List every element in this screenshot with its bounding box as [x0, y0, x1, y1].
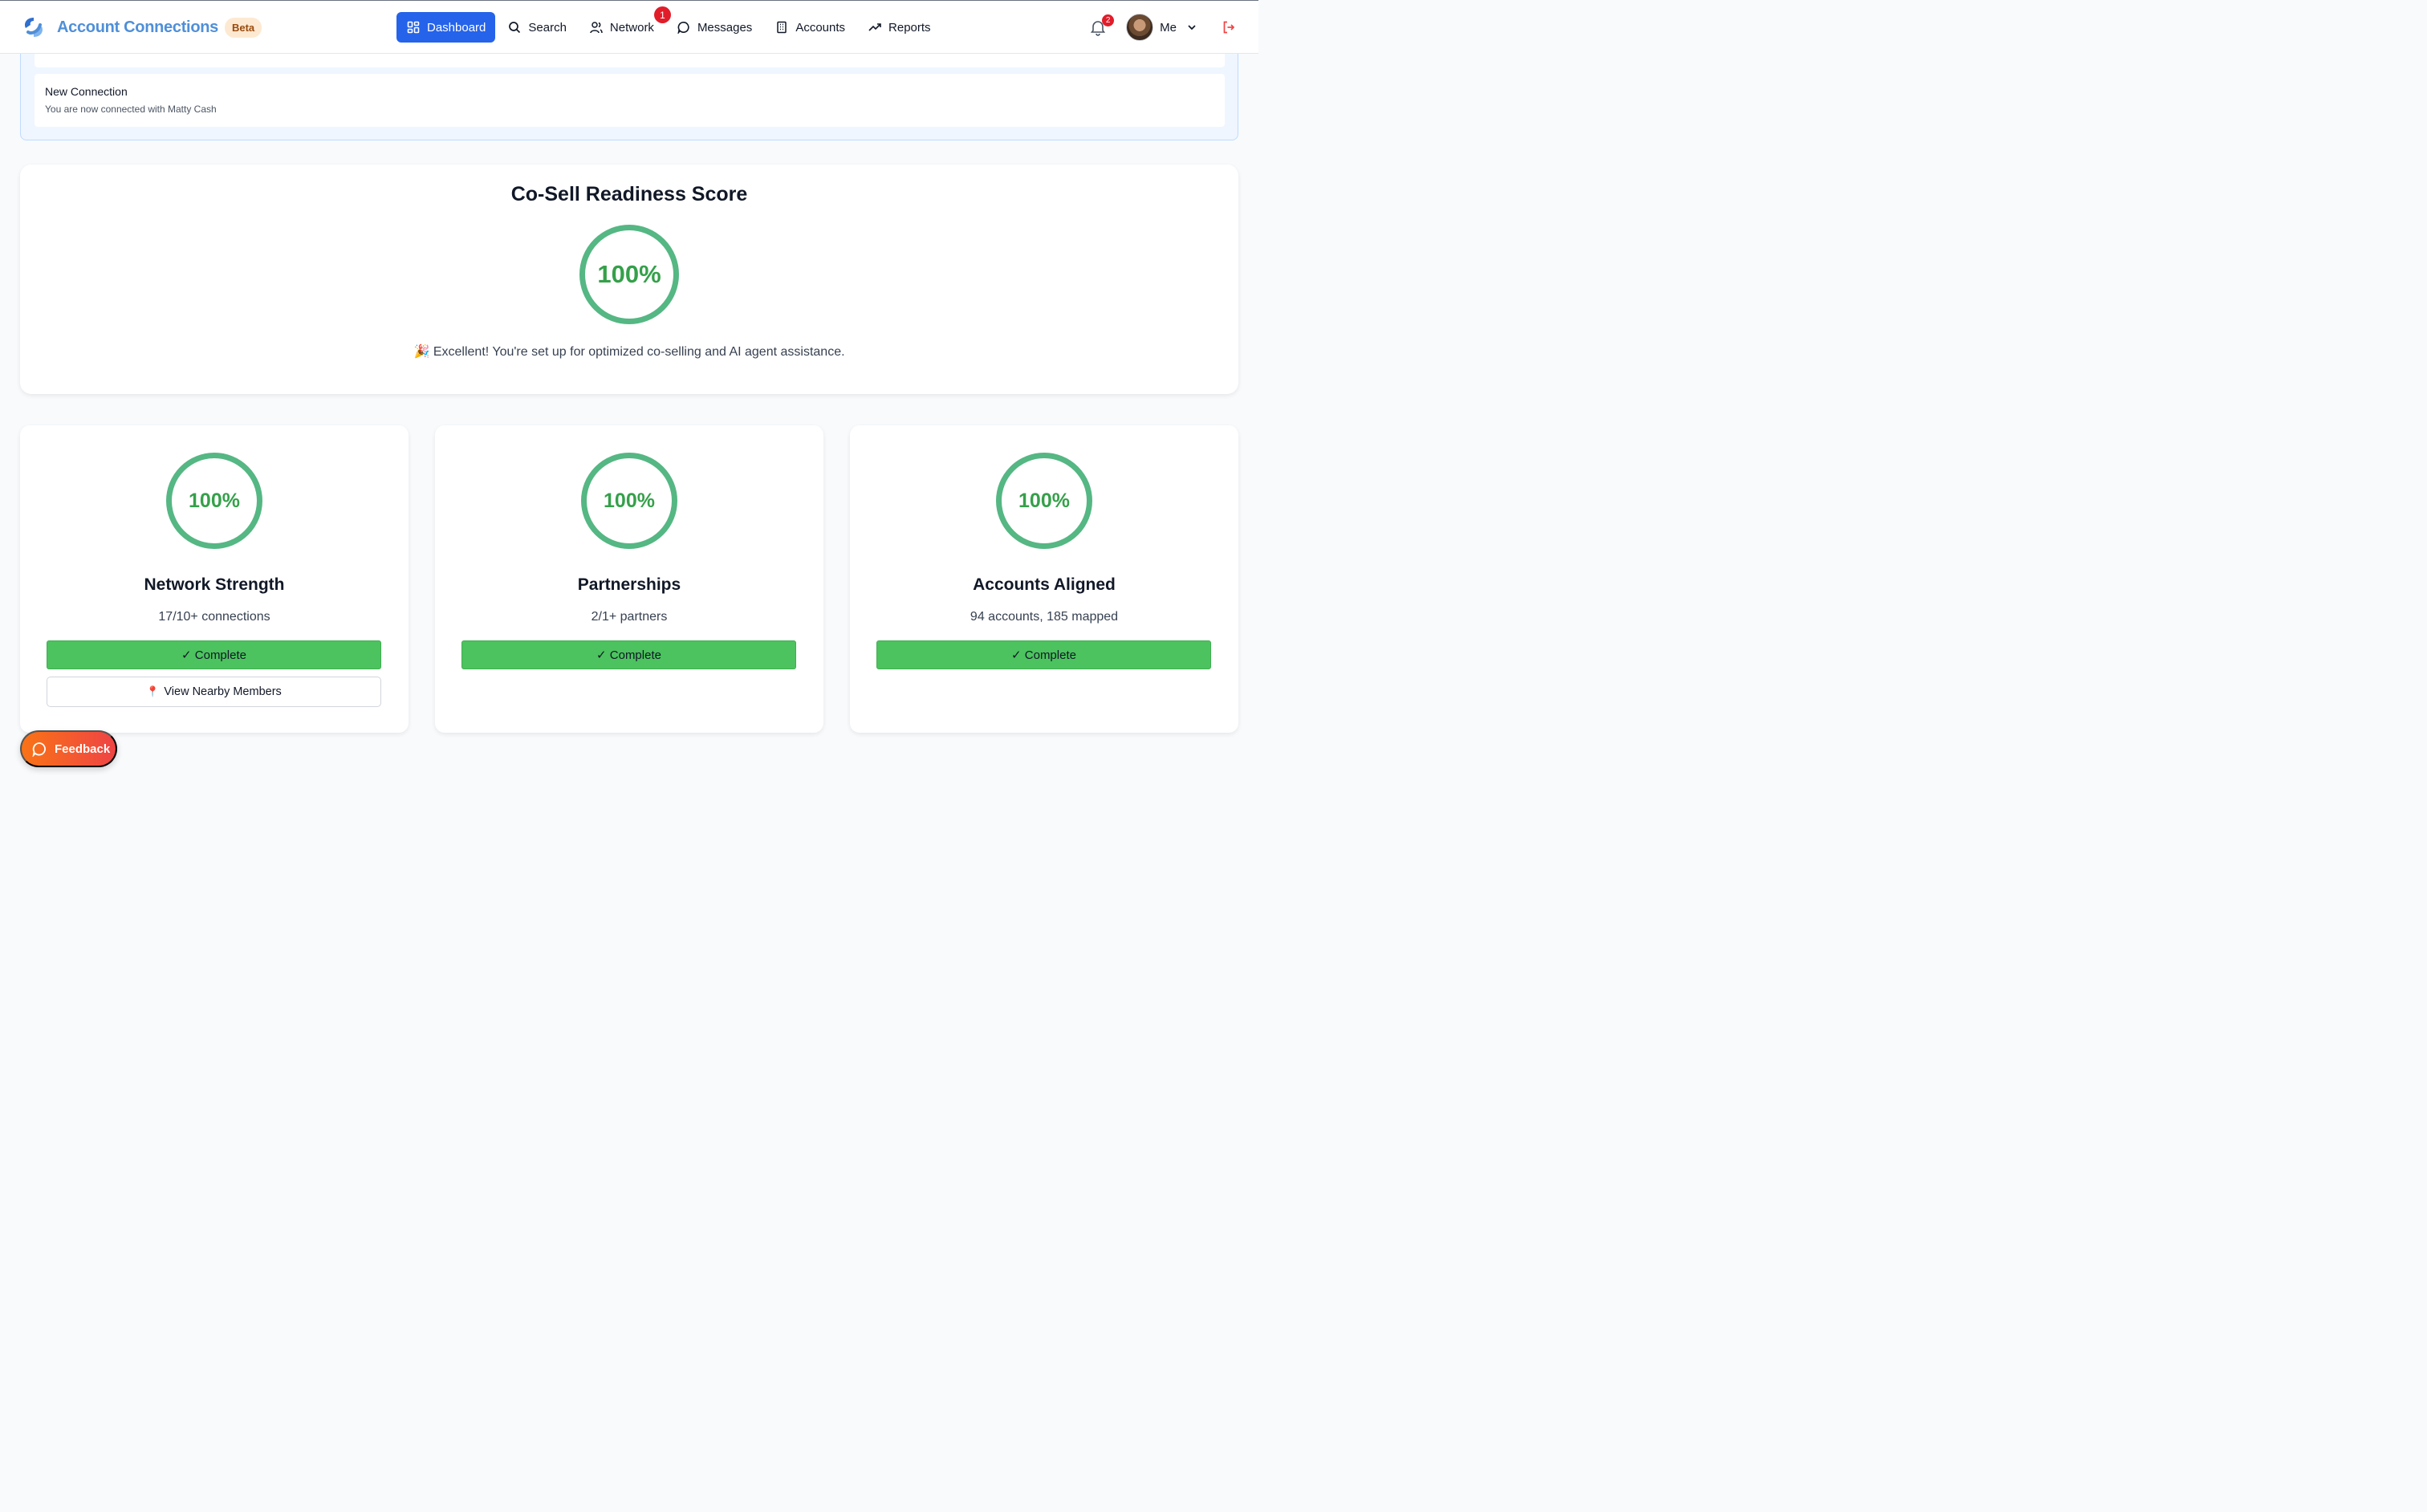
- feedback-label: Feedback: [55, 742, 111, 756]
- user-menu-label[interactable]: Me: [1160, 21, 1177, 35]
- notification-description: You are now connected with Matty Cash: [45, 104, 217, 115]
- building-icon: [777, 21, 787, 34]
- notification-title: New Connection: [45, 85, 128, 98]
- metric-subtitle: 17/10+ connections: [158, 610, 270, 624]
- view-nearby-members-label: View Nearby Members: [164, 685, 282, 698]
- top-navigation-bar: Account Connections Beta Dashboard Searc…: [0, 0, 1258, 54]
- app-title: Account Connections: [57, 18, 218, 36]
- metric-percent: 100%: [189, 489, 240, 512]
- brand[interactable]: Account Connections Beta: [21, 15, 262, 39]
- score-message: 🎉 Excellent! You're set up for optimized…: [413, 345, 845, 359]
- score-ring: 100%: [579, 225, 679, 324]
- metric-ring: 100%: [166, 453, 262, 549]
- metric-percent: 100%: [1018, 489, 1070, 512]
- chat-icon: [677, 22, 689, 34]
- pin-icon: 📍: [146, 685, 160, 697]
- metric-percent: 100%: [604, 489, 655, 512]
- nav-search[interactable]: Search: [498, 12, 577, 43]
- notifications-panel: New Connection You are now connected wit…: [20, 44, 1238, 140]
- nav-network[interactable]: Network 1: [579, 6, 671, 43]
- chat-bubble-icon: [32, 742, 46, 757]
- metric-card-partnerships: 100% Partnerships 2/1+ partners ✓ Comple…: [435, 425, 823, 733]
- nav-accounts[interactable]: Accounts: [765, 12, 856, 43]
- readiness-score-card: Co-Sell Readiness Score 100% 🎉 Excellent…: [20, 165, 1238, 394]
- complete-status-button[interactable]: ✓ Complete: [876, 640, 1211, 669]
- avatar[interactable]: [1126, 14, 1154, 41]
- feedback-button[interactable]: Feedback: [20, 730, 117, 767]
- metric-title: Partnerships: [577, 575, 681, 594]
- users-icon: [590, 22, 603, 34]
- metric-ring: 100%: [996, 453, 1092, 549]
- view-nearby-members-button[interactable]: 📍 View Nearby Members: [47, 677, 381, 707]
- metric-subtitle: 94 accounts, 185 mapped: [970, 610, 1119, 624]
- nav-dashboard-label: Dashboard: [427, 20, 486, 35]
- grid-icon: [407, 21, 420, 34]
- nav-search-label: Search: [528, 20, 567, 35]
- logout-icon[interactable]: [1222, 20, 1236, 35]
- complete-status-button[interactable]: ✓ Complete: [461, 640, 796, 669]
- notification-item[interactable]: New Connection You are now connected wit…: [35, 74, 1225, 127]
- metric-ring: 100%: [581, 453, 677, 549]
- metric-card-network-strength: 100% Network Strength 17/10+ connections…: [20, 425, 409, 733]
- score-value: 100%: [597, 260, 661, 288]
- score-title: Co-Sell Readiness Score: [510, 183, 748, 205]
- nav-network-label: Network: [609, 20, 654, 35]
- chevron-down-icon[interactable]: [1186, 22, 1197, 33]
- user-tools: 2 Me: [1089, 14, 1236, 41]
- metric-subtitle: 2/1+ partners: [591, 610, 668, 624]
- metric-title: Accounts Aligned: [973, 575, 1116, 594]
- app-logo-icon: [25, 18, 43, 37]
- nav-messages-label: Messages: [697, 20, 753, 35]
- beta-badge: Beta: [224, 17, 262, 38]
- notification-count-badge: 2: [1102, 14, 1115, 26]
- nav-dashboard[interactable]: Dashboard: [396, 12, 496, 43]
- search-icon: [509, 22, 521, 34]
- metric-title: Network Strength: [144, 575, 285, 594]
- metric-card-accounts-aligned: 100% Accounts Aligned 94 accounts, 185 m…: [850, 425, 1238, 733]
- nav-accounts-label: Accounts: [795, 20, 846, 35]
- main-nav: Dashboard Search Network 1 Messages Acco…: [396, 6, 944, 43]
- nav-reports[interactable]: Reports: [858, 12, 941, 43]
- complete-status-button[interactable]: ✓ Complete: [47, 640, 381, 669]
- trending-up-icon: [868, 23, 881, 31]
- nav-reports-label: Reports: [888, 20, 931, 35]
- nav-messages[interactable]: Messages: [667, 12, 762, 43]
- notifications-button[interactable]: 2: [1089, 14, 1115, 36]
